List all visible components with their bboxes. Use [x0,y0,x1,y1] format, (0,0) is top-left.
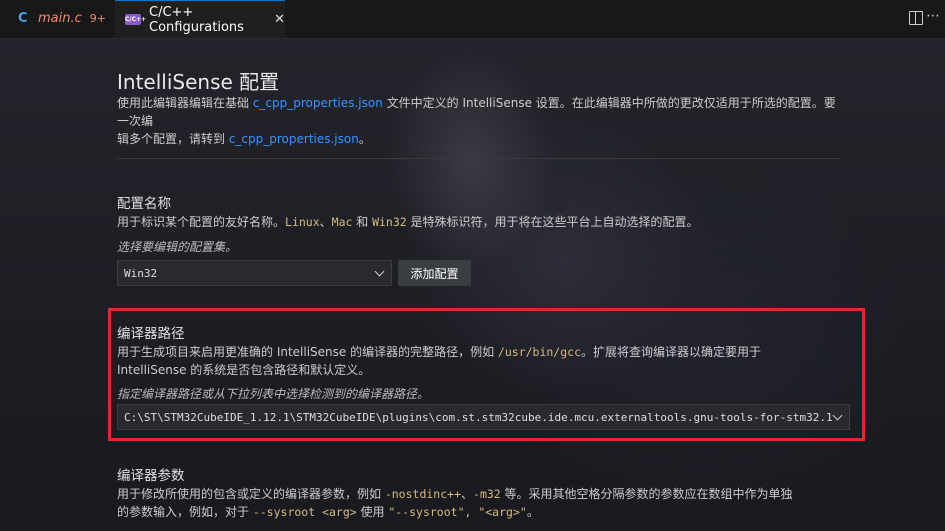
problem-count-badge: 9+ [89,12,106,25]
tab-label: main.c [38,11,82,26]
divider [117,158,840,159]
config-select-value: Win32 [124,266,158,280]
code-mac: Mac [331,215,353,229]
page-title: IntelliSense 配置 [117,70,280,94]
add-config-button[interactable]: 添加配置 [398,260,471,286]
tab-main-c[interactable]: C main.c 9+ [0,0,110,37]
desc-text: 用于标识某个配置的友好名称。 [117,215,286,229]
tab-label: C/C++ Configurations [149,4,244,35]
config-select[interactable]: Win32 [117,260,392,286]
code-win32: Win32 [372,215,407,229]
cpp-config-icon: C/C++ [125,14,147,25]
config-name-desc: 用于标识某个配置的友好名称。Linux、Mac 和 Win32 是特殊标识符，用… [117,213,857,231]
code-m32: -m32 [473,487,501,501]
chevron-down-icon [374,266,385,277]
desc-text: 的参数输入，例如，对于 [117,505,253,519]
properties-json-link-2[interactable]: c_cpp_properties.json [229,132,359,146]
tab-cpp-configurations[interactable]: C/C++ C/C++ Configurations ✕ [115,0,285,38]
code-nostdinc: -nostdinc++ [384,487,461,501]
desc-text: 等。采用其他空格分隔参数的参数应在数组中作为单独 [500,487,793,501]
desc-text: 使用 [356,505,389,519]
code-linux: Linux [285,215,320,229]
properties-json-link[interactable]: c_cpp_properties.json [253,96,383,110]
config-name-heading: 配置名称 [117,196,171,212]
desc-text: 和 [352,215,373,229]
config-select-hint: 选择要编辑的配置集。 [117,240,238,254]
compiler-args-desc: 用于修改所使用的包含或定义的编译器参数，例如 -nostdinc++、-m32 … [117,485,852,521]
tab-bar: C main.c 9+ C/C++ C/C++ Configurations ✕… [0,0,945,39]
desc-text: 。 [526,505,539,519]
intro-text: 辑多个配置，请转到 [117,132,229,146]
close-icon[interactable]: ✕ [274,12,285,27]
desc-text: 是特殊标识符，用于将在这些平台上自动选择的配置。 [406,215,699,229]
code-sysroot-array: "--sysroot", "<arg>" [388,505,527,519]
intro-text: 使用此编辑器编辑在基础 [117,96,253,110]
code-sysroot: --sysroot <arg> [252,505,357,519]
compiler-args-heading: 编译器参数 [117,468,185,484]
desc-text: 用于修改所使用的包含或定义的编译器参数，例如 [117,487,385,501]
desc-text: 、 [461,487,474,501]
highlight-box [108,308,865,441]
desc-text: 、 [319,215,332,229]
split-editor-icon[interactable] [909,11,923,25]
c-file-icon: C [18,11,28,26]
intro-text: 。 [358,132,371,146]
page-intro: 使用此编辑器编辑在基础 c_cpp_properties.json 文件中定义的… [117,94,847,148]
more-actions-icon[interactable]: ⋯ [926,8,941,24]
